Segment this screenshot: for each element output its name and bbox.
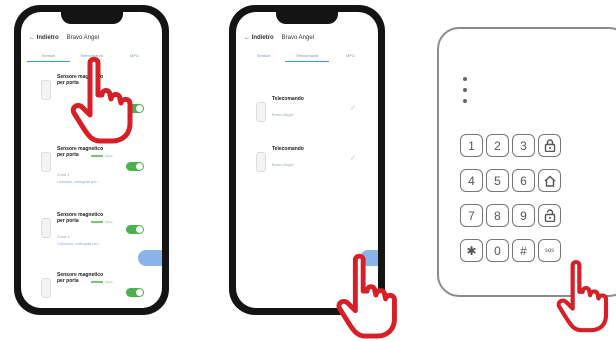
device-toggle[interactable]	[126, 162, 144, 171]
tab-bar: Sensori Telecomandi MPU	[242, 50, 372, 62]
remote-name: Telecomando	[272, 96, 304, 102]
device-link[interactable]: Chiusura, collegata per...	[57, 241, 101, 246]
key-4[interactable]: 4	[460, 169, 483, 192]
key-9[interactable]: 9	[512, 204, 535, 227]
key-1[interactable]: 1	[460, 134, 483, 157]
device-card[interactable]: Sensore magnetico per porta Attiva	[39, 272, 144, 308]
key-hash[interactable]: #	[512, 239, 535, 262]
pointing-hand-icon	[556, 259, 609, 333]
tab-sensors[interactable]: Sensori	[27, 50, 70, 62]
check-icon: ✓	[350, 105, 356, 112]
key-star[interactable]: ✱	[460, 239, 483, 262]
lock-closed-icon	[544, 139, 555, 152]
check-icon: ✓	[350, 155, 356, 162]
remote-name: Telecomando	[272, 146, 304, 152]
device-link[interactable]: Lasciala, collegata per...	[57, 179, 100, 184]
phone-notch	[276, 12, 338, 24]
remote-card[interactable]: Telecomando Bravo Angel ✓	[254, 96, 360, 126]
tab-mpu[interactable]: MPU	[329, 50, 372, 62]
lock-open-icon	[544, 209, 555, 222]
remote-card[interactable]: Telecomando Bravo Angel ✓	[254, 146, 360, 176]
device-zone: Zona 1	[57, 172, 70, 177]
pointing-hand-icon	[336, 253, 397, 339]
device-toggle[interactable]	[126, 225, 144, 234]
back-button[interactable]: ← Indietro	[29, 35, 59, 41]
remote-site: Bravo Angel	[272, 112, 294, 117]
sensor-icon	[41, 218, 51, 238]
key-7[interactable]: 7	[460, 204, 483, 227]
sensor-icon	[41, 152, 51, 172]
phone-notch	[60, 12, 123, 24]
key-home[interactable]	[538, 169, 561, 192]
key-2[interactable]: 2	[486, 134, 509, 157]
key-5[interactable]: 5	[486, 169, 509, 192]
remote-icon	[256, 152, 266, 172]
key-8[interactable]: 8	[486, 204, 509, 227]
key-lock[interactable]	[538, 134, 561, 157]
remote-site: Bravo Angel	[272, 162, 294, 167]
key-unlock[interactable]	[538, 204, 561, 227]
site-title: Bravo Angel	[66, 35, 100, 41]
app-header: ← Indietro Bravo Angel	[244, 30, 370, 46]
indicator-leds	[463, 77, 467, 110]
status-indicator: Attiva	[91, 220, 113, 224]
device-zone: Zona 1	[57, 234, 70, 239]
home-icon	[544, 175, 555, 187]
status-indicator: Attiva	[91, 280, 113, 284]
device-card[interactable]: Sensore magnetico per porta Attiva Zona …	[39, 212, 144, 264]
key-0[interactable]: 0	[486, 239, 509, 262]
remote-icon	[256, 102, 266, 122]
app-header: ← Indietro Bravo Angel	[29, 30, 154, 46]
tab-remotes[interactable]: Telecomandi	[285, 50, 329, 62]
phone-left: ← Indietro Bravo Angel Sensori Telecoman…	[14, 5, 169, 315]
back-button[interactable]: ← Indietro	[244, 35, 274, 41]
key-6[interactable]: 6	[512, 169, 535, 192]
sensor-icon	[41, 80, 51, 100]
pointing-hand-icon	[70, 56, 133, 144]
device-card[interactable]: Sensore magnetico per porta Attiva Zona …	[39, 146, 144, 202]
device-toggle[interactable]	[126, 288, 144, 297]
tab-sensors[interactable]: Sensori	[242, 50, 285, 62]
key-3[interactable]: 3	[512, 134, 535, 157]
add-device-button[interactable]	[138, 250, 162, 266]
sensor-icon	[41, 278, 51, 298]
status-indicator: Attiva	[91, 154, 113, 158]
site-title: Bravo Angel	[281, 35, 315, 41]
